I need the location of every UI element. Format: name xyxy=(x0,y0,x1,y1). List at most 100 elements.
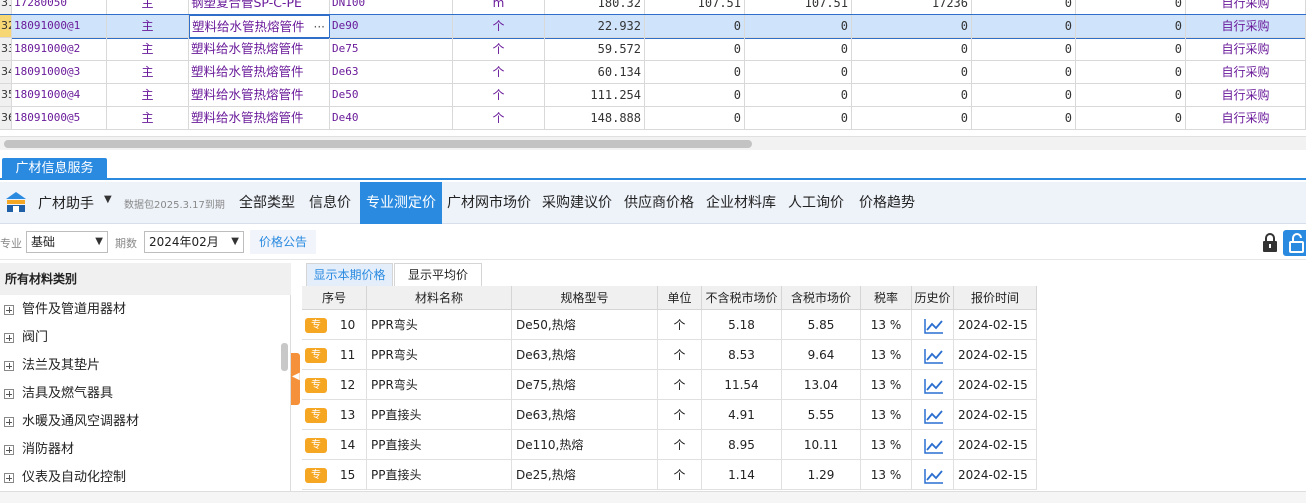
category-item[interactable]: 法兰及其垫片 xyxy=(0,352,280,380)
column-header[interactable]: 规格型号 xyxy=(512,286,658,310)
unlock-button[interactable] xyxy=(1283,230,1306,256)
column-header[interactable]: 含税市场价 xyxy=(782,286,861,310)
table-row[interactable]: 专 15 PP直接头 De25,热熔个 1.14 1.29 13 % 2024-02-15 xyxy=(302,460,1037,490)
grid-cell-v1[interactable]: 148.888 xyxy=(545,107,645,130)
cell-tax[interactable]: 13 % xyxy=(861,340,912,370)
cell-tax[interactable]: 13 % xyxy=(861,460,912,490)
lock-icon[interactable] xyxy=(1259,232,1281,254)
table-row[interactable]: 专 13 PP直接头 De63,热熔个 4.91 5.55 13 % 2024-02-15 xyxy=(302,400,1037,430)
tab-nav-1[interactable]: 信息价 xyxy=(304,182,356,224)
column-header[interactable]: 不含税市场价 xyxy=(702,286,782,310)
grid-cell-idx[interactable]: 34 xyxy=(0,61,12,84)
cell-history[interactable] xyxy=(912,400,954,430)
grid-cell-unit[interactable]: m xyxy=(453,0,545,15)
trend-chart-icon[interactable] xyxy=(924,318,944,334)
table-row[interactable]: 专 11 PPR弯头 De63,热熔个 8.53 9.64 13 % 2024-02-15 xyxy=(302,340,1037,370)
grid-cell-v1[interactable]: 59.572 xyxy=(545,38,645,61)
grid-cell-v3[interactable]: 0 xyxy=(745,84,852,107)
grid-cell-name[interactable]: 塑料给水管热熔管件 xyxy=(189,61,330,84)
cell-tax[interactable]: 13 % xyxy=(861,370,912,400)
grid-cell-code[interactable]: 18091000@5 xyxy=(12,107,107,130)
cell-date[interactable]: 2024-02-15 xyxy=(954,460,1037,490)
table-row[interactable]: 专 14 PP直接头 De110,热熔个 8.95 10.11 13 % 2024-02-15 xyxy=(302,430,1037,460)
category-item[interactable]: 管件及管道用器材 xyxy=(0,296,280,324)
cell-history[interactable] xyxy=(912,460,954,490)
cell-name[interactable]: PP直接头 xyxy=(367,430,512,460)
grid-cell-v3[interactable]: 0 xyxy=(745,38,852,61)
category-item[interactable]: 水暖及通风空调器材 xyxy=(0,408,280,436)
grid-cell-v2[interactable]: 0 xyxy=(645,107,745,130)
cell-seq[interactable]: 专 15 xyxy=(302,460,367,490)
grid-row[interactable]: 3218091000@1主塑料给水管热熔管件···De90个22.9320000… xyxy=(0,14,1306,39)
cell-tax[interactable]: 13 % xyxy=(861,400,912,430)
cell-unit[interactable]: 个 xyxy=(658,340,702,370)
column-header[interactable]: 税率 xyxy=(861,286,912,310)
grid-cell-v4[interactable]: 0 xyxy=(852,84,972,107)
grid-cell-v4[interactable]: 0 xyxy=(852,15,972,38)
cell-name[interactable]: PP直接头 xyxy=(367,460,512,490)
grid-cell-v6[interactable]: 0 xyxy=(1076,15,1186,38)
brand-name[interactable]: 广材助手 xyxy=(38,193,94,213)
cell-seq[interactable]: 专 10 xyxy=(302,310,367,340)
cell-tax[interactable]: 13 % xyxy=(861,430,912,460)
grid-cell-unit[interactable]: 个 xyxy=(453,107,545,130)
cell-price_ex[interactable]: 8.53 xyxy=(702,340,782,370)
tab-nav-7[interactable]: 人工询价 xyxy=(782,182,850,224)
cell-date[interactable]: 2024-02-15 xyxy=(954,430,1037,460)
grid-cell-v3[interactable]: 0 xyxy=(745,61,852,84)
cell-spec[interactable]: De110,热熔 xyxy=(512,430,658,460)
grid-cell-main[interactable]: 主 xyxy=(107,15,189,38)
grid-cell-v3[interactable]: 107.51 xyxy=(745,0,852,15)
grid-cell-idx[interactable]: 36 xyxy=(0,107,12,130)
grid-cell-spec[interactable]: De50 xyxy=(330,84,453,107)
trend-chart-icon[interactable] xyxy=(924,348,944,364)
major-select[interactable]: 基础 ▼ xyxy=(26,231,108,253)
cell-price_in[interactable]: 5.85 xyxy=(782,310,861,340)
grid-cell-v1[interactable]: 22.932 xyxy=(545,15,645,38)
expand-plus-icon[interactable] xyxy=(4,473,14,483)
grid-cell-unit[interactable]: 个 xyxy=(453,38,545,61)
cell-seq[interactable]: 专 12 xyxy=(302,370,367,400)
cell-price_ex[interactable]: 4.91 xyxy=(702,400,782,430)
grid-cell-source[interactable]: 自行采购 xyxy=(1186,107,1306,130)
grid-cell-name[interactable]: 塑料给水管热熔管件 xyxy=(189,84,330,107)
column-header[interactable]: 报价时间 xyxy=(954,286,1037,310)
grid-cell-main[interactable]: 主 xyxy=(107,61,189,84)
grid-cell-v5[interactable]: 0 xyxy=(972,61,1076,84)
grid-cell-spec[interactable]: De63 xyxy=(330,61,453,84)
expand-plus-icon[interactable] xyxy=(4,445,14,455)
tab-average-price[interactable]: 显示平均价 xyxy=(394,263,482,286)
cell-price_ex[interactable]: 5.18 xyxy=(702,310,782,340)
category-item[interactable]: 仪表及自动化控制 xyxy=(0,464,280,492)
grid-cell-code[interactable]: 18091000@4 xyxy=(12,84,107,107)
cell-price_ex[interactable]: 1.14 xyxy=(702,460,782,490)
grid-cell-v3[interactable]: 0 xyxy=(745,15,852,38)
cell-unit[interactable]: 个 xyxy=(658,310,702,340)
grid-row[interactable]: 3318091000@2主塑料给水管热熔管件De75个59.57200000自行… xyxy=(0,38,1306,61)
grid-cell-v2[interactable]: 107.51 xyxy=(645,0,745,15)
grid-cell-spec[interactable]: DN100 xyxy=(330,0,453,15)
table-row[interactable]: 专 12 PPR弯头 De75,热熔个 11.54 13.04 13 % 2024-02-15 xyxy=(302,370,1037,400)
cell-date[interactable]: 2024-02-15 xyxy=(954,340,1037,370)
grid-cell-name[interactable]: 钢塑复合管SP-C-PE xyxy=(189,0,330,15)
cell-unit[interactable]: 个 xyxy=(658,400,702,430)
cell-date[interactable]: 2024-02-15 xyxy=(954,310,1037,340)
grid-cell-v5[interactable]: 0 xyxy=(972,0,1076,15)
grid-cell-code[interactable]: 18091000@3 xyxy=(12,61,107,84)
category-scrollbar[interactable] xyxy=(281,343,288,371)
trend-chart-icon[interactable] xyxy=(924,468,944,484)
expand-plus-icon[interactable] xyxy=(4,417,14,427)
grid-row[interactable]: 3618091000@5主塑料给水管热熔管件De40个148.88800000自… xyxy=(0,107,1306,130)
cell-spec[interactable]: De75,热熔 xyxy=(512,370,658,400)
grid-cell-spec[interactable]: De75 xyxy=(330,38,453,61)
grid-cell-v4[interactable]: 0 xyxy=(852,61,972,84)
scrollbar-thumb[interactable] xyxy=(4,140,752,148)
column-header[interactable]: 历史价 xyxy=(912,286,954,310)
grid-cell-source[interactable]: 自行采购 xyxy=(1186,84,1306,107)
panel-splitter[interactable]: ◀ xyxy=(291,263,301,503)
grid-cell-code[interactable]: 18091000@1 xyxy=(12,15,107,38)
cell-seq[interactable]: 专 14 xyxy=(302,430,367,460)
column-header[interactable]: 序号 xyxy=(302,286,367,310)
cell-price_in[interactable]: 10.11 xyxy=(782,430,861,460)
grid-cell-main[interactable]: 主 xyxy=(107,107,189,130)
